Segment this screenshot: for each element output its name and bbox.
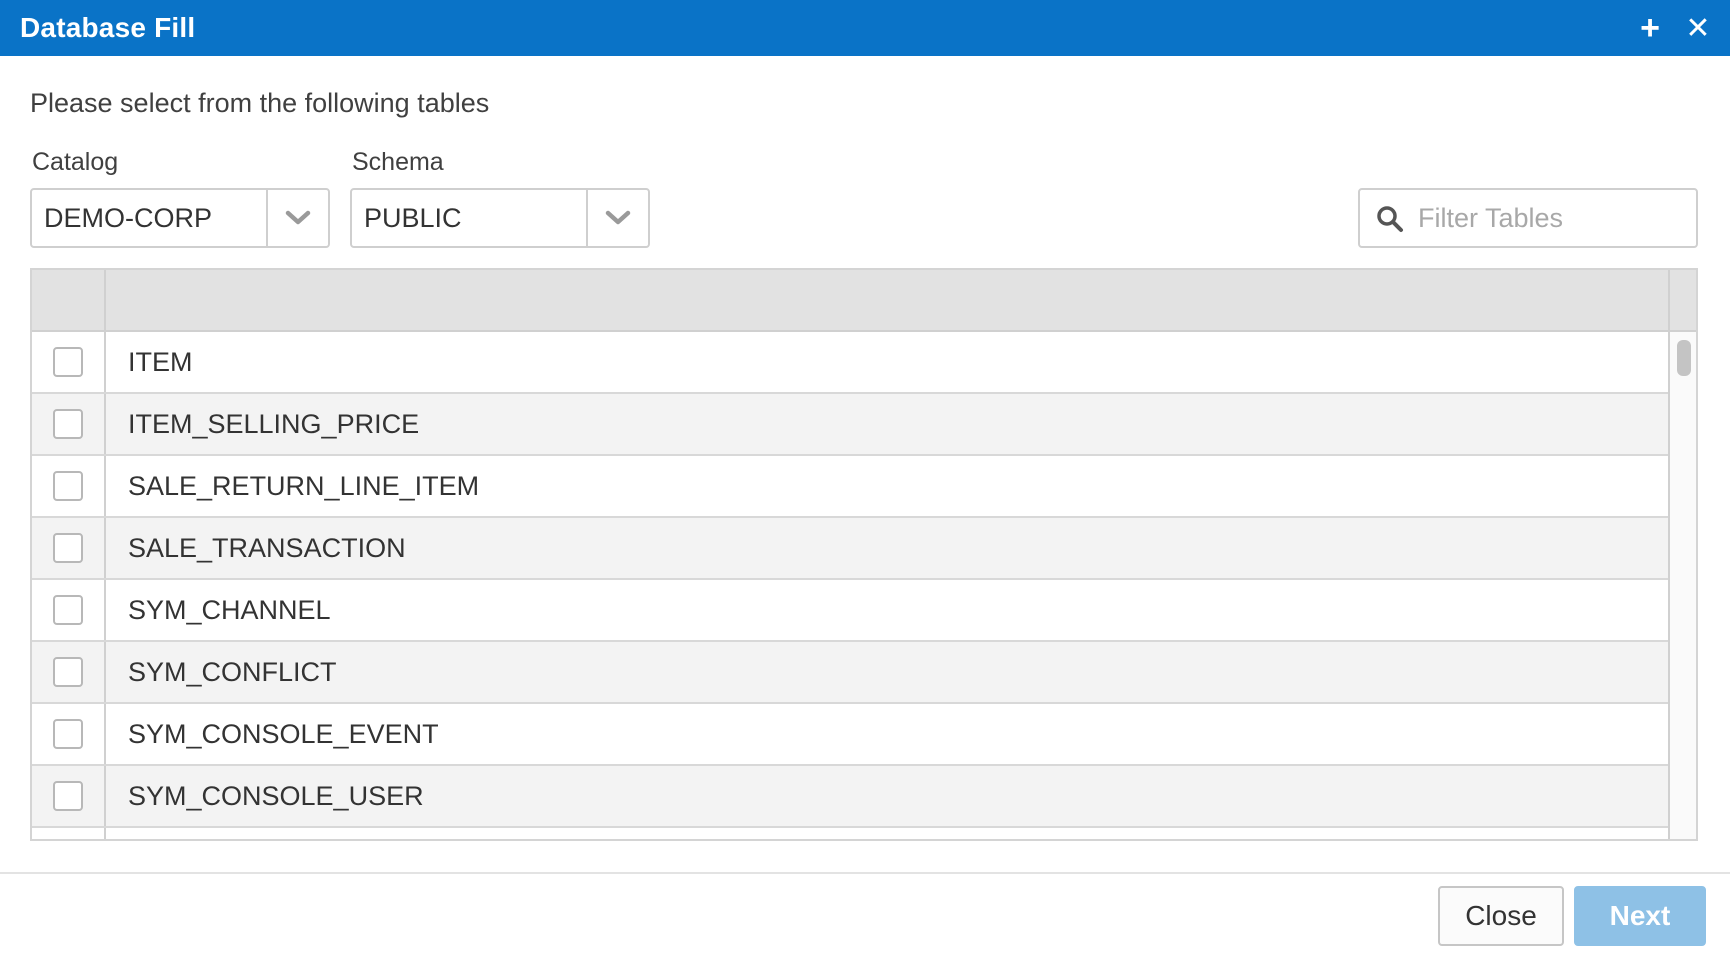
chevron-down-icon [285,210,311,225]
table-row[interactable]: SYM_CONSOLE_EVENT [32,704,1668,766]
catalog-select-value: DEMO-CORP [44,203,212,233]
title-bar: Database Fill + ✕ [0,0,1730,56]
table-row[interactable]: ITEM_SELLING_PRICE [32,394,1668,456]
instruction-text: Please select from the following tables [30,88,490,118]
chevron-down-icon [605,210,631,225]
select-all-column-header[interactable] [32,270,106,330]
table-name-cell: SALE_TRANSACTION [128,533,406,563]
table-name-cell: SYM_CONFLICT [128,657,337,687]
catalog-dropdown-toggle[interactable] [266,190,328,246]
filter-tables-input[interactable] [1418,196,1688,240]
table-name-column-header[interactable] [106,270,1696,330]
tables-grid: ITEM ITEM_SELLING_PRICE SALE_RETURN_LINE… [30,268,1698,841]
catalog-select[interactable]: DEMO-CORP [30,188,330,248]
row-checkbox[interactable] [53,409,83,439]
table-row[interactable]: SYM_CHANNEL [32,580,1668,642]
next-button[interactable]: Next [1574,886,1706,946]
table-row[interactable]: SYM_CONFLICT [32,642,1668,704]
table-row[interactable]: SALE_TRANSACTION [32,518,1668,580]
maximize-icon[interactable]: + [1632,9,1668,47]
grid-header-row [32,270,1696,332]
schema-label: Schema [352,148,444,176]
row-checkbox[interactable] [53,781,83,811]
grid-body: ITEM ITEM_SELLING_PRICE SALE_RETURN_LINE… [32,332,1668,839]
footer-divider [0,872,1730,874]
table-row[interactable]: ITEM [32,332,1668,394]
row-checkbox[interactable] [53,347,83,377]
table-row[interactable]: SALE_RETURN_LINE_ITEM [32,456,1668,518]
vertical-scrollbar[interactable] [1668,332,1696,839]
row-checkbox[interactable] [53,533,83,563]
table-row[interactable]: SYM_CONSOLE_USER [32,766,1668,828]
schema-select[interactable]: PUBLIC [350,188,650,248]
search-icon [1377,206,1403,232]
table-name-cell: SYM_CONSOLE_USER [128,781,424,811]
row-checkbox[interactable] [53,471,83,501]
schema-dropdown-toggle[interactable] [586,190,648,246]
row-checkbox[interactable] [53,657,83,687]
scrollbar-header-spacer [1668,270,1696,330]
table-name-cell: SALE_RETURN_LINE_ITEM [128,471,480,501]
table-name-cell: SYM_CHANNEL [128,595,331,625]
scrollbar-thumb[interactable] [1677,340,1691,376]
schema-select-value: PUBLIC [364,203,462,233]
table-row[interactable] [32,828,1668,839]
row-checkbox[interactable] [53,595,83,625]
catalog-label: Catalog [32,148,119,176]
row-checkbox[interactable] [53,719,83,749]
close-button[interactable]: Close [1438,886,1564,946]
table-name-cell: ITEM_SELLING_PRICE [128,409,420,439]
close-icon[interactable]: ✕ [1680,10,1716,46]
table-name-cell: ITEM [128,347,193,377]
table-name-cell: SYM_CONSOLE_EVENT [128,719,439,749]
database-fill-dialog: Database Fill + ✕ Please select from the… [0,0,1730,958]
filter-tables-box [1358,188,1698,248]
dialog-title: Database Fill [20,12,196,43]
